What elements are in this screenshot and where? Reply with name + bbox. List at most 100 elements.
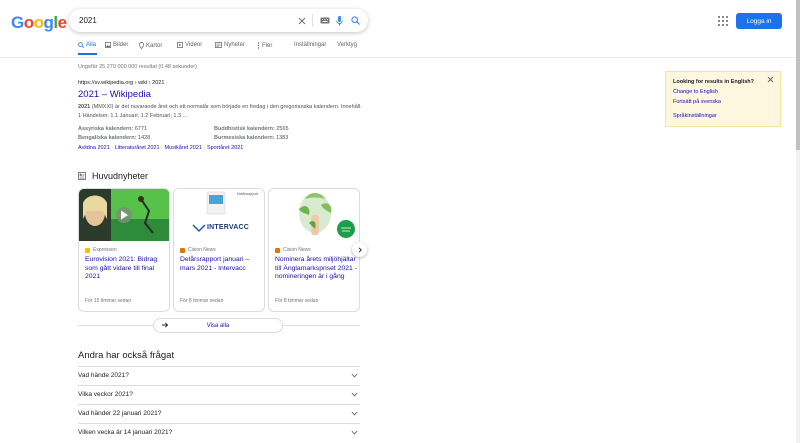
result-snippet: 2021 (MMXXI) är det nuvarande året och e…	[78, 103, 363, 120]
fact-value: 1383	[276, 135, 289, 141]
fact-value: 6771	[134, 126, 148, 132]
result-url[interactable]: https://sv.wikipedia.org › wiki › 2021	[78, 80, 164, 86]
tab-label: Fler	[262, 42, 273, 49]
tab-label: Inställningar	[294, 42, 327, 48]
scrollbar-thumb[interactable]	[796, 0, 800, 150]
fact-row: Bengaliska kalendern: 1428	[78, 135, 150, 141]
top-stories-title: Huvudnyheter	[92, 171, 149, 181]
search-icon	[78, 42, 84, 48]
news-card[interactable]: Delårsrapport INTERVACC Cision News Delå…	[173, 188, 265, 312]
fact-row: Buddhistisk kalendern: 2565	[214, 126, 289, 132]
news-title[interactable]: Delårsrapport januari – mars 2021 - Inte…	[180, 256, 262, 273]
tab-more[interactable]: Fler	[257, 42, 272, 49]
fact-value: 1428	[137, 135, 151, 141]
source-favicon	[275, 247, 280, 253]
tab-settings[interactable]: Inställningar	[294, 42, 326, 48]
question-text: Vad händer 22 januari 2021?	[78, 410, 162, 417]
logo-letter: o	[33, 13, 44, 32]
source-favicon	[85, 247, 90, 253]
tab-images[interactable]: Bilder	[105, 42, 128, 48]
logo-letter: o	[23, 13, 34, 32]
search-box	[69, 9, 368, 32]
thumb-caption: Delårsrapport	[237, 192, 259, 196]
question-text: Vad hände 2021?	[78, 372, 129, 379]
tab-tools[interactable]: Verktyg	[337, 42, 357, 48]
apps-grid-icon[interactable]	[718, 16, 728, 26]
source-name: Expressen	[93, 247, 117, 253]
question-text: Vilken vecka är 14 januari 2021?	[78, 429, 173, 436]
news-time: För 8 timmar sedan	[275, 298, 319, 304]
tab-label: Verktyg	[337, 42, 358, 48]
more-vert-icon	[257, 42, 260, 49]
keep-swedish-link[interactable]: Fortsätt på svenska	[673, 99, 721, 105]
sitelink[interactable]: Litteraturåret 2021	[115, 145, 160, 151]
tab-videos[interactable]: Videor	[177, 42, 202, 48]
chevron-down-icon	[351, 409, 358, 418]
paa-title: Andra har också frågat	[78, 350, 175, 361]
tab-news[interactable]: Nyheter	[215, 42, 245, 48]
fact-row: Assyriska kalendern: 6771	[78, 126, 147, 132]
logo-letter: G	[11, 13, 24, 32]
news-time: För 15 timmar sedan	[85, 298, 132, 304]
microphone-icon[interactable]	[332, 13, 347, 28]
fact-key: Assyriska kalendern:	[78, 126, 134, 132]
tab-label: Bilder	[113, 42, 129, 48]
keyboard-icon[interactable]	[317, 13, 332, 28]
scrollbar[interactable]	[796, 0, 800, 443]
source-favicon	[180, 247, 185, 253]
change-to-english-link[interactable]: Change to English	[673, 89, 718, 95]
logo-letter: e	[57, 13, 67, 32]
map-pin-icon	[139, 42, 144, 49]
fact-row: Burmesiska kalendern: 1383	[214, 135, 288, 141]
tab-maps[interactable]: Kartor	[139, 42, 162, 49]
sitelink[interactable]: Avlidna 2021	[78, 145, 110, 151]
sitelink[interactable]: Sportåret 2021	[207, 145, 243, 151]
fact-key: Buddhistisk kalendern:	[214, 126, 275, 132]
image-icon	[105, 42, 111, 48]
language-settings-link[interactable]: Språkinställningar	[673, 113, 717, 119]
news-card[interactable]: Cision News Nominera årets miljöhjältar …	[268, 188, 360, 312]
paa-question[interactable]: Vilken vecka är 14 januari 2021?	[78, 423, 360, 442]
tab-all[interactable]: Alla	[78, 42, 96, 48]
intervacc-logo: INTERVACC	[207, 224, 249, 231]
news-thumbnail	[79, 189, 169, 241]
chevron-down-icon	[351, 428, 358, 437]
news-source: Cision News	[275, 247, 311, 253]
source-name: Cision News	[188, 247, 216, 253]
clear-icon[interactable]	[294, 13, 309, 28]
active-tab-indicator	[78, 53, 97, 55]
news-source: Cision News	[180, 247, 216, 253]
news-card[interactable]: Expressen Eurovision 2021: Bidrag som gå…	[78, 188, 170, 312]
paa-question[interactable]: Vad händer 22 januari 2021?	[78, 404, 360, 423]
paa-question[interactable]: Vad hände 2021?	[78, 366, 360, 385]
google-logo[interactable]: Google	[11, 13, 67, 33]
fact-key: Burmesiska kalendern:	[214, 135, 275, 141]
tab-label: Alla	[86, 42, 97, 48]
view-all-button[interactable]: Visa alla	[153, 318, 283, 333]
news-thumbnail: Delårsrapport INTERVACC	[174, 189, 264, 241]
result-title-link[interactable]: 2021 – Wikipedia	[78, 89, 151, 100]
fact-value: 2565	[276, 126, 289, 132]
question-text: Vilka veckor 2021?	[78, 391, 133, 398]
chevron-down-icon	[351, 390, 358, 399]
chevron-right-icon	[358, 246, 362, 253]
logo-letter: g	[43, 13, 54, 32]
carousel-next-button[interactable]	[352, 242, 367, 257]
search-icon[interactable]	[348, 13, 363, 28]
language-suggestion-box: Looking for results in English? Change t…	[665, 71, 781, 127]
view-all-label: Visa alla	[206, 322, 230, 329]
paa-question[interactable]: Vilka veckor 2021?	[78, 385, 360, 404]
search-input[interactable]	[79, 12, 279, 29]
news-title[interactable]: Nominera årets miljöhjältar till Änglama…	[275, 256, 357, 282]
lang-box-heading: Looking for results in English?	[673, 79, 754, 85]
fact-key: Bengaliska kalendern:	[78, 135, 137, 141]
sitelink[interactable]: Musikåret 2021	[164, 145, 202, 151]
news-title[interactable]: Eurovision 2021: Bidrag som gått vidare …	[85, 256, 167, 282]
divider	[312, 14, 313, 27]
tab-label: Kartor	[146, 42, 163, 49]
snippet-highlight: 2021	[78, 104, 91, 110]
login-button[interactable]: Logga in	[736, 13, 782, 29]
close-icon[interactable]	[767, 76, 774, 85]
arrow-right-icon	[161, 321, 169, 331]
news-source: Expressen	[85, 247, 117, 253]
